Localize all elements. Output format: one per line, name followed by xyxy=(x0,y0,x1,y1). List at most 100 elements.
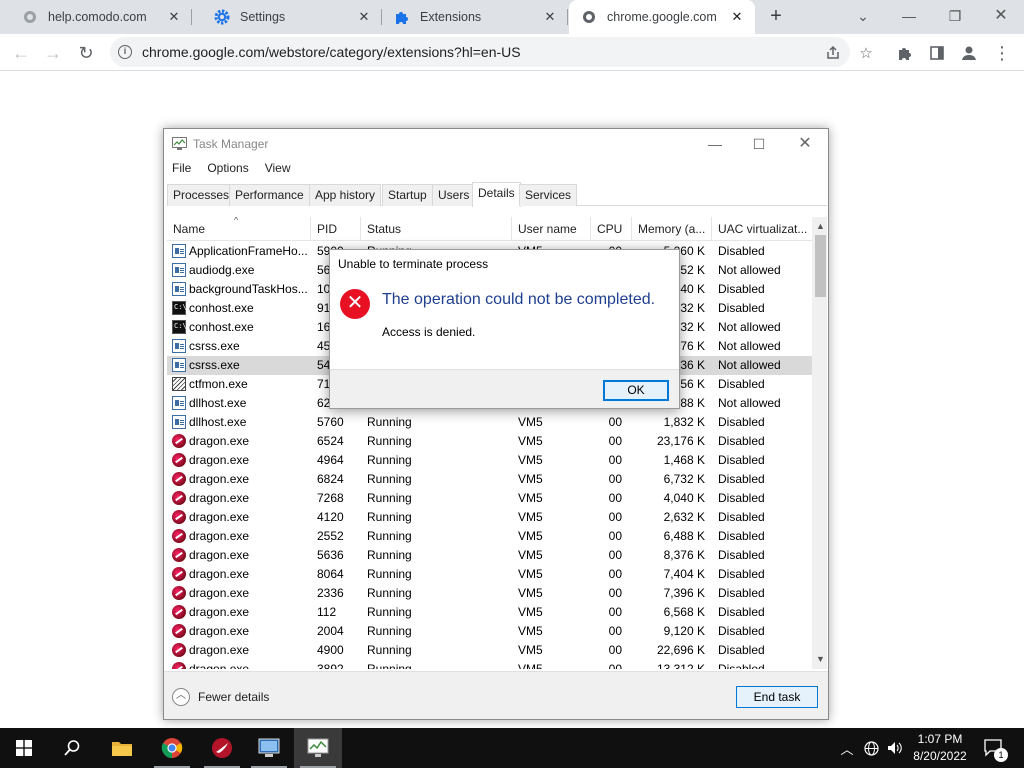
dragon-app-icon[interactable] xyxy=(198,728,246,768)
browser-tab-chrome-google[interactable]: chrome.google.com ✕ xyxy=(569,0,755,34)
minimize-icon[interactable]: — xyxy=(886,0,932,34)
extensions-puzzle-icon[interactable] xyxy=(892,40,918,66)
taskbar: ︿ 1:07 PM 8/20/2022 1 xyxy=(0,728,1024,768)
ok-button[interactable]: OK xyxy=(603,380,669,401)
cell-pid: 5636 xyxy=(317,548,344,562)
table-row[interactable]: dragon.exe 4900 Running VM5 00 22,696 K Disabl… xyxy=(167,641,812,660)
dragon-icon xyxy=(172,510,186,524)
tab-startup[interactable]: Startup xyxy=(382,184,433,206)
minimize-icon[interactable]: — xyxy=(693,133,737,155)
menu-options[interactable]: Options xyxy=(199,161,256,179)
cell-name: dragon.exe xyxy=(189,586,250,600)
profile-avatar-icon[interactable] xyxy=(956,40,982,66)
tab-search-icon[interactable]: ⌄ xyxy=(840,0,886,34)
column-header-user-name[interactable]: User name xyxy=(512,217,591,241)
cell-name: dragon.exe xyxy=(189,662,250,669)
dragon-icon xyxy=(172,624,186,638)
task-manager-taskbar-icon[interactable] xyxy=(294,728,342,768)
table-row[interactable]: dragon.exe 3892 Running VM5 00 13,312 K Disabl… xyxy=(167,660,812,669)
bookmark-star-icon[interactable]: ☆ xyxy=(853,40,879,66)
column-header-status[interactable]: Status xyxy=(361,217,512,241)
side-panel-icon[interactable] xyxy=(924,40,950,66)
restore-icon[interactable]: ❐ xyxy=(932,0,978,34)
end-task-button[interactable]: End task xyxy=(736,686,818,708)
tab-performance[interactable]: Performance xyxy=(229,184,310,206)
forward-arrow-icon[interactable]: → xyxy=(40,40,66,66)
cell-status: Running xyxy=(367,453,412,467)
column-header-uac[interactable]: UAC virtualizat... xyxy=(712,217,812,241)
table-row[interactable]: dragon.exe 2004 Running VM5 00 9,120 K Disable… xyxy=(167,622,812,641)
maximize-icon[interactable]: ☐ xyxy=(737,133,781,155)
close-icon[interactable]: ✕ xyxy=(783,133,827,155)
cell-user: VM5 xyxy=(518,624,543,638)
console-icon xyxy=(172,320,187,334)
tab-services[interactable]: Services xyxy=(519,184,578,206)
chrome-icon[interactable] xyxy=(148,728,196,768)
column-header-name[interactable]: Name xyxy=(167,217,311,241)
table-row[interactable]: dragon.exe 6524 Running VM5 00 23,176 K Disabl… xyxy=(167,432,812,451)
cell-name: audiodg.exe xyxy=(189,263,255,277)
column-header-memory[interactable]: Memory (a... xyxy=(632,217,712,241)
site-info-icon[interactable]: i xyxy=(118,45,132,59)
browser-tab-help-comodo[interactable]: help.comodo.com ✕ xyxy=(0,0,192,34)
back-arrow-icon[interactable]: ← xyxy=(8,40,34,66)
volume-icon[interactable] xyxy=(884,728,906,768)
search-icon[interactable] xyxy=(48,728,96,768)
cell-user: VM5 xyxy=(518,586,543,600)
address-url[interactable]: chrome.google.com/webstore/category/exte… xyxy=(142,44,521,60)
close-tab-icon[interactable]: ✕ xyxy=(356,9,372,25)
close-tab-icon[interactable]: ✕ xyxy=(166,9,182,25)
address-bar[interactable]: i chrome.google.com/webstore/category/ex… xyxy=(110,37,850,67)
scroll-down-icon[interactable]: ▼ xyxy=(812,652,827,666)
share-icon[interactable] xyxy=(820,40,846,66)
cell-uac: Disabled xyxy=(718,491,765,505)
show-hidden-icons-chevron-icon[interactable]: ︿ xyxy=(836,728,858,768)
monitor-app-icon[interactable] xyxy=(245,728,293,768)
start-windows-icon[interactable] xyxy=(0,728,48,768)
vertical-scrollbar[interactable]: ▲ ▼ xyxy=(812,217,827,669)
cell-name: dragon.exe xyxy=(189,567,250,581)
column-header-cpu[interactable]: CPU xyxy=(591,217,632,241)
globe-icon xyxy=(581,9,597,25)
table-row[interactable]: dragon.exe 112 Running VM5 00 6,568 K Disabled xyxy=(167,603,812,622)
file-explorer-icon[interactable] xyxy=(98,728,146,768)
window-title: Task Manager xyxy=(193,137,269,151)
menu-file[interactable]: File xyxy=(164,161,199,179)
table-row[interactable]: dragon.exe 6824 Running VM5 00 6,732 K Disable… xyxy=(167,470,812,489)
scrollbar-thumb[interactable] xyxy=(815,235,826,297)
cell-mem: 22,696 K xyxy=(656,643,705,657)
reload-icon[interactable]: ↻ xyxy=(73,40,99,66)
table-row[interactable]: dragon.exe 8064 Running VM5 00 7,404 K Disable… xyxy=(167,565,812,584)
close-tab-icon[interactable]: ✕ xyxy=(542,9,558,25)
cell-mem: 6,732 K xyxy=(663,472,705,486)
menu-view[interactable]: View xyxy=(257,161,299,179)
fewer-details-button[interactable]: ︿ Fewer details xyxy=(172,688,269,706)
close-tab-icon[interactable]: ✕ xyxy=(729,9,745,25)
browser-tab-settings[interactable]: Settings ✕ xyxy=(192,0,382,34)
new-tab-button[interactable]: + xyxy=(764,5,788,29)
table-row[interactable]: dragon.exe 2552 Running VM5 00 6,488 K Disable… xyxy=(167,527,812,546)
table-row[interactable]: dragon.exe 2336 Running VM5 00 7,396 K Disable… xyxy=(167,584,812,603)
cell-uac: Disabled xyxy=(718,643,765,657)
table-row[interactable]: dragon.exe 4964 Running VM5 00 1,468 K Disable… xyxy=(167,451,812,470)
cell-pid: 112 xyxy=(317,605,337,619)
table-row[interactable]: dragon.exe 4120 Running VM5 00 2,632 K Disable… xyxy=(167,508,812,527)
cell-user: VM5 xyxy=(518,605,543,619)
tab-details[interactable]: Details xyxy=(472,182,521,207)
tab-processes[interactable]: Processes xyxy=(167,184,236,206)
scroll-up-icon[interactable]: ▲ xyxy=(812,219,827,233)
cell-name: csrss.exe xyxy=(189,358,240,372)
column-header-pid[interactable]: PID xyxy=(311,217,361,241)
network-globe-icon[interactable] xyxy=(860,728,882,768)
close-window-icon[interactable]: ✕ xyxy=(978,0,1024,34)
table-row[interactable]: dragon.exe 7268 Running VM5 00 4,040 K Disable… xyxy=(167,489,812,508)
browser-tab-extensions[interactable]: Extensions ✕ xyxy=(382,0,568,34)
notification-icon[interactable]: 1 xyxy=(980,728,1008,768)
system-clock[interactable]: 1:07 PM 8/20/2022 xyxy=(904,731,976,765)
table-row[interactable]: dragon.exe 5636 Running VM5 00 8,376 K Disable… xyxy=(167,546,812,565)
tab-users[interactable]: Users xyxy=(432,184,476,206)
table-row[interactable]: dllhost.exe 5760 Running VM5 00 1,832 K Disabl… xyxy=(167,413,812,432)
more-menu-icon[interactable]: ⋮ xyxy=(989,40,1015,66)
cell-mem: 8,376 K xyxy=(663,548,705,562)
tab-app-history[interactable]: App history xyxy=(309,184,382,206)
